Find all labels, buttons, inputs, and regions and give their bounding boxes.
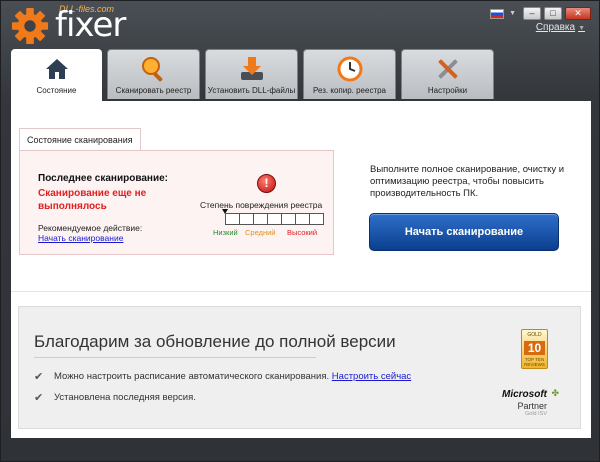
app-window: DLL-files.com fixer ▼ – □ ✕ Справка ▼ Сос… — [0, 0, 600, 462]
divider — [11, 291, 591, 292]
last-scan-value: Сканирование еще не выполнялось — [38, 188, 147, 212]
minimize-button[interactable]: – — [523, 7, 541, 20]
meter-segment — [239, 213, 254, 225]
configure-now-link[interactable]: Настроить сейчас — [332, 371, 411, 382]
recommended-action-label: Рекомендуемое действие: — [38, 223, 143, 233]
tab-scan-registry[interactable]: Сканировать реестр — [107, 49, 200, 99]
level-high-label: Высокий — [287, 228, 318, 237]
upgrade-title: Благодарим за обновление до полной верси… — [34, 332, 396, 351]
window-controls: ▼ – □ ✕ — [490, 7, 591, 20]
meter-segment — [309, 213, 324, 225]
download-icon — [238, 55, 266, 83]
list-item: ✔ Установлена последняя версия. — [34, 391, 196, 404]
tab-status[interactable]: Состояние — [11, 49, 102, 102]
meter-segment — [225, 213, 240, 225]
award-badge: GOLD 10 TOP TEN REVIEWS — [521, 329, 548, 369]
upgrade-panel: Благодарим за обновление до полной верси… — [18, 306, 581, 429]
maximize-button[interactable]: □ — [544, 7, 562, 20]
tab-label: Состояние — [36, 86, 77, 95]
chevron-down-icon[interactable]: ▼ — [509, 10, 516, 17]
tab-label: Рез. копир. реестра — [312, 86, 386, 95]
scan-status-panel: Последнее сканирование: Сканирование еще… — [19, 150, 334, 255]
meter-segment — [281, 213, 296, 225]
list-item: ✔ Можно настроить расписание автоматичес… — [34, 370, 411, 383]
damage-meter — [225, 213, 324, 225]
schedule-text: Можно настроить расписание автоматическо… — [54, 371, 330, 382]
start-scan-link[interactable]: Начать сканирование — [38, 233, 123, 243]
clock-backup-icon — [336, 55, 364, 83]
tab-label: Сканировать реестр — [115, 86, 192, 95]
check-icon: ✔ — [34, 371, 44, 383]
level-mid-label: Средний — [245, 228, 276, 237]
damage-level-label: Степень повреждения реестра — [200, 200, 323, 210]
start-scan-button[interactable]: Начать сканирование — [369, 213, 559, 251]
microsoft-partner-logo: ✤ Microsoft Partner Gold ISV — [502, 388, 559, 417]
meter-segment — [267, 213, 282, 225]
tab-settings[interactable]: Настройки — [401, 49, 494, 99]
version-text: Установлена последняя версия. — [54, 392, 196, 403]
tab-label: Установить DLL-файлы — [207, 86, 296, 95]
language-flag-icon[interactable] — [490, 8, 505, 19]
magnifier-icon — [140, 55, 168, 83]
home-icon — [43, 55, 71, 83]
chevron-down-icon: ▼ — [578, 25, 585, 32]
tab-install-dll[interactable]: Установить DLL-файлы — [205, 49, 298, 99]
main-tabs: Состояние Сканировать реестр Установить … — [11, 49, 494, 102]
scan-description: Выполните полное сканирование, очистку и… — [370, 164, 565, 199]
meter-segment — [295, 213, 310, 225]
warning-icon: ! — [257, 174, 276, 193]
logo-name: fixer — [55, 5, 126, 45]
tab-label: Настройки — [427, 86, 468, 95]
tools-icon — [434, 55, 462, 83]
check-icon: ✔ — [34, 392, 44, 404]
help-menu[interactable]: Справка ▼ — [536, 22, 585, 33]
divider — [34, 357, 316, 358]
last-scan-label: Последнее сканирование: — [38, 173, 168, 184]
level-low-label: Низкий — [213, 228, 238, 237]
meter-segment — [253, 213, 268, 225]
gear-logo-icon — [11, 7, 49, 45]
scan-status-tab: Состояние сканирования — [19, 128, 141, 150]
tab-registry-backup[interactable]: Рез. копир. реестра — [303, 49, 396, 99]
close-button[interactable]: ✕ — [565, 7, 591, 20]
microsoft-flag-icon: ✤ — [551, 388, 559, 398]
